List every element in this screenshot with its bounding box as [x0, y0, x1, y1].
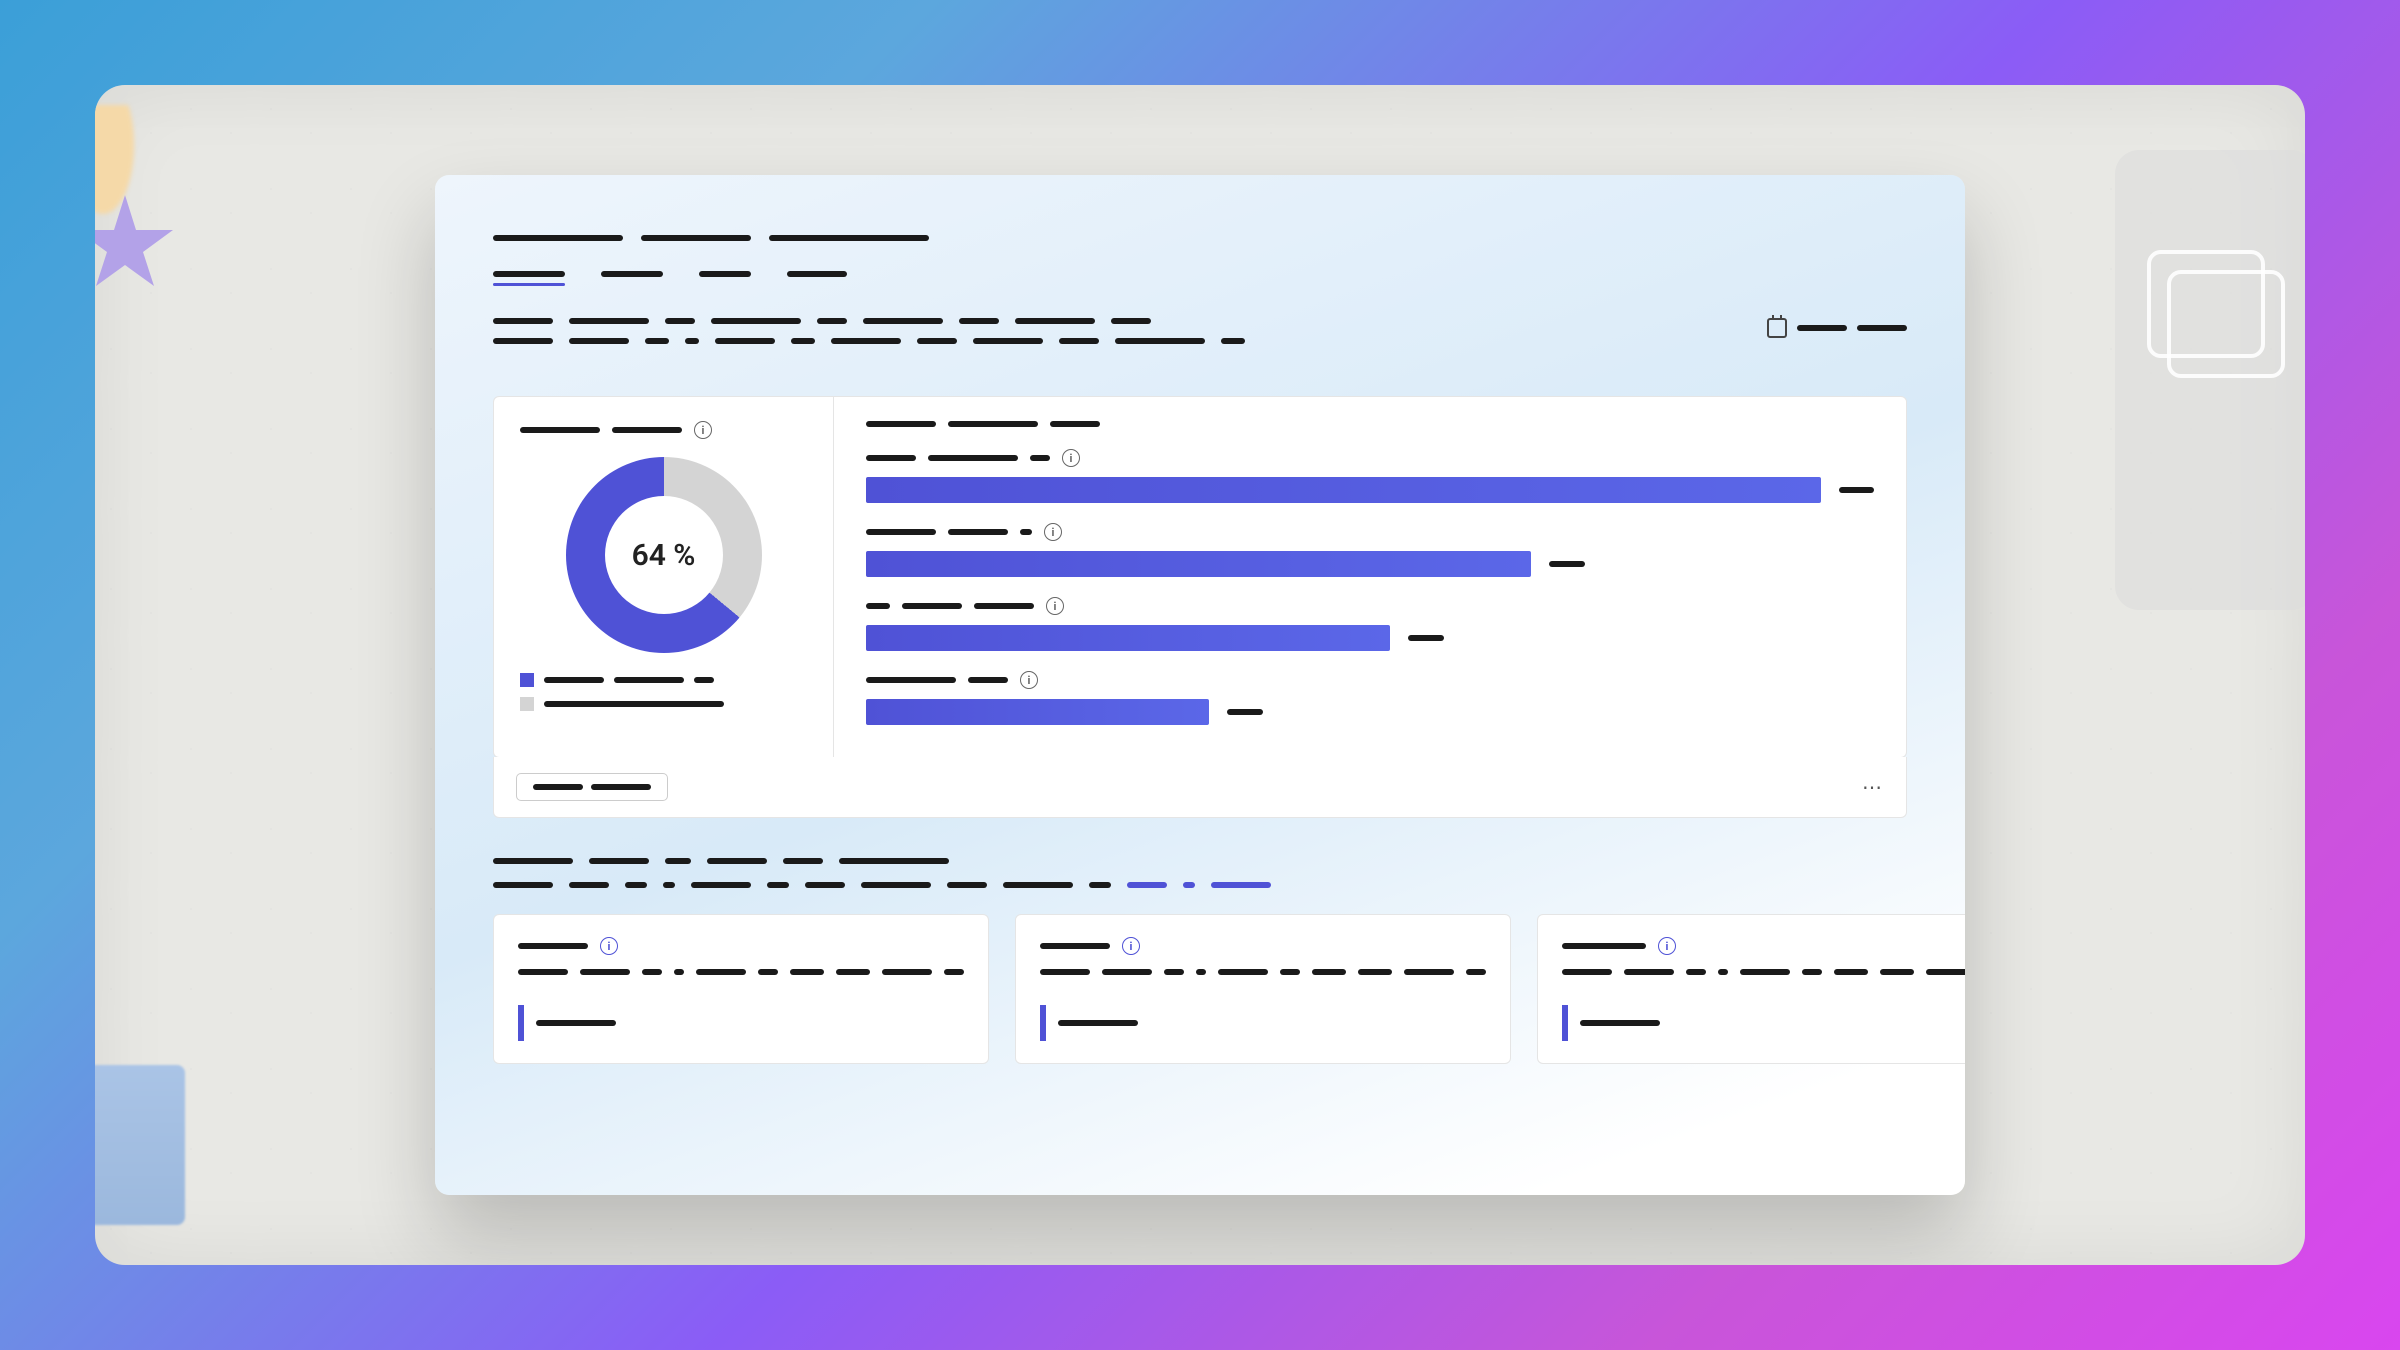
tab-item[interactable] — [493, 271, 565, 286]
bar-value — [1549, 561, 1585, 567]
card-value — [536, 1020, 616, 1026]
inline-link[interactable] — [1211, 882, 1271, 888]
bar-row: i — [866, 671, 1874, 725]
accent-bar — [1040, 1005, 1046, 1041]
card-value — [1580, 1020, 1660, 1026]
info-icon[interactable]: i — [1020, 671, 1038, 689]
inline-link[interactable] — [1183, 882, 1195, 888]
bars-title — [866, 421, 936, 427]
metric-card[interactable]: i — [493, 914, 989, 1064]
metric-card[interactable]: i — [1015, 914, 1511, 1064]
tab-bar — [493, 271, 1907, 286]
analytics-window: i 64 % — [435, 175, 1965, 1195]
donut-chart: 64 % — [566, 457, 762, 653]
info-icon[interactable]: i — [600, 937, 618, 955]
info-icon[interactable]: i — [1122, 937, 1140, 955]
secondary-section: i i — [493, 858, 1907, 1064]
card-title — [518, 943, 588, 949]
donut-title — [520, 427, 600, 433]
legend-label — [544, 677, 604, 683]
calendar-icon — [1767, 318, 1787, 338]
tab-item[interactable] — [699, 271, 751, 286]
section-subtitle — [493, 882, 1907, 888]
breadcrumb — [493, 235, 1907, 241]
section-title — [493, 858, 1907, 864]
bar-row: i — [866, 597, 1874, 651]
legend-swatch-remaining — [520, 697, 534, 711]
tab-label — [493, 271, 565, 277]
tab-label — [787, 271, 847, 277]
date-text — [1797, 325, 1847, 331]
more-options-icon[interactable]: ⋯ — [1862, 775, 1884, 799]
metric-card[interactable]: i — [1537, 914, 1965, 1064]
card-title — [1040, 943, 1110, 949]
panel-footer: ⋯ — [493, 757, 1907, 818]
bar-fill — [866, 551, 1531, 577]
breadcrumb-item[interactable] — [641, 235, 751, 241]
accent-bar — [518, 1005, 524, 1041]
bar-fill — [866, 477, 1821, 503]
tab-item[interactable] — [601, 271, 663, 286]
bar-value — [1408, 635, 1444, 641]
legend-label — [544, 701, 724, 707]
bar-value — [1227, 709, 1263, 715]
info-icon[interactable]: i — [694, 421, 712, 439]
breadcrumb-item[interactable] — [493, 235, 623, 241]
card-title — [1562, 943, 1646, 949]
section-description — [493, 318, 1245, 358]
accent-bar — [1562, 1005, 1568, 1041]
desktop-background: i 64 % — [95, 85, 2305, 1265]
legend-swatch-primary — [520, 673, 534, 687]
info-icon[interactable]: i — [1044, 523, 1062, 541]
bar-fill — [866, 699, 1209, 725]
bars-section: i i — [834, 397, 1906, 757]
card-value — [1058, 1020, 1138, 1026]
bars-title — [948, 421, 1038, 427]
breadcrumb-item[interactable] — [769, 235, 929, 241]
info-icon[interactable]: i — [1062, 449, 1080, 467]
panel-action-button[interactable] — [516, 773, 668, 801]
bar-row: i — [866, 523, 1874, 577]
donut-legend — [520, 673, 807, 711]
side-widget — [2115, 150, 2305, 610]
donut-section: i 64 % — [494, 397, 834, 757]
donut-center-value: 64 % — [632, 538, 696, 573]
card-row: i i — [493, 914, 1907, 1064]
bar-value — [1839, 487, 1874, 493]
tab-item[interactable] — [787, 271, 847, 286]
tab-label — [601, 271, 663, 277]
legend-label — [694, 677, 714, 683]
legend-label — [614, 677, 684, 683]
box-decoration — [95, 1065, 185, 1225]
tab-active-indicator — [493, 283, 565, 286]
tab-label — [699, 271, 751, 277]
info-icon[interactable]: i — [1658, 937, 1676, 955]
date-text — [1857, 325, 1907, 331]
date-range-picker[interactable] — [1767, 318, 1907, 338]
bar-fill — [866, 625, 1390, 651]
donut-title — [612, 427, 682, 433]
info-icon[interactable]: i — [1046, 597, 1064, 615]
metrics-panel: i 64 % — [493, 396, 1907, 758]
bar-row: i — [866, 449, 1874, 503]
inline-link[interactable] — [1127, 882, 1167, 888]
bars-title — [1050, 421, 1100, 427]
